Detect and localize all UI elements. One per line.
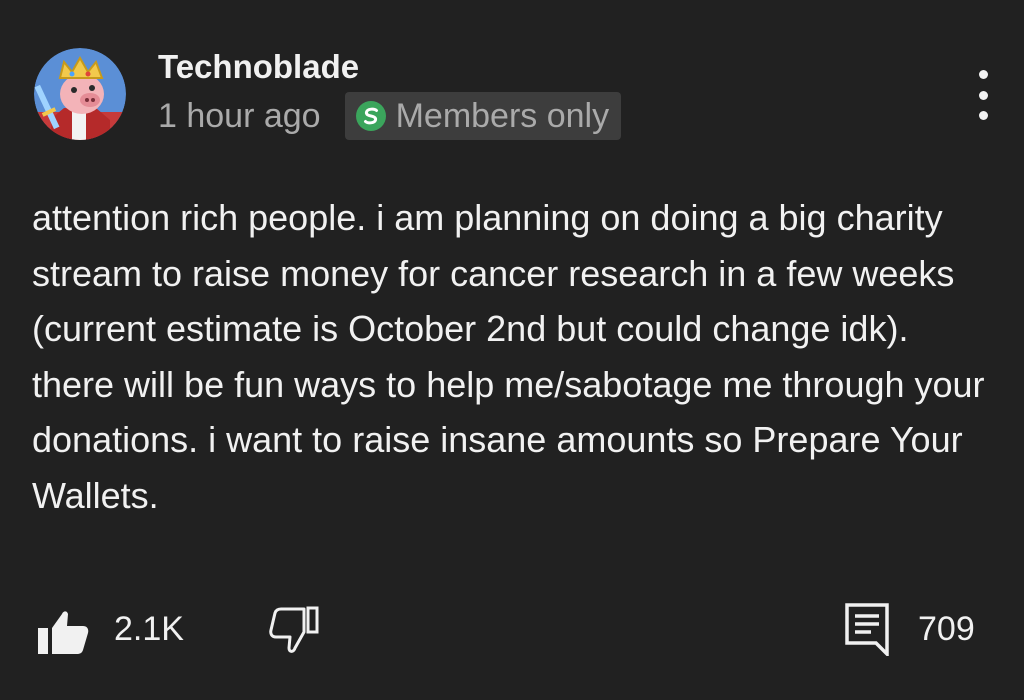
comment-count: 709 <box>918 610 975 648</box>
more-options-button[interactable] <box>962 70 1004 120</box>
community-post: Technoblade 1 hour ago Members only atte… <box>0 0 1024 700</box>
post-actions-bar: 2.1K 709 <box>0 600 1024 660</box>
members-only-label: Members only <box>395 96 610 135</box>
channel-name[interactable]: Technoblade <box>158 48 359 86</box>
more-vertical-icon-dot <box>978 111 988 120</box>
post-meta: 1 hour ago Members only <box>158 92 622 140</box>
more-vertical-icon <box>978 70 988 79</box>
post-body-text: attention rich people. i am planning on … <box>32 197 985 516</box>
post-timestamp[interactable]: 1 hour ago <box>158 97 321 136</box>
dislike-button[interactable] <box>268 606 320 656</box>
channel-avatar[interactable] <box>34 48 126 140</box>
comment-button[interactable] <box>844 602 890 659</box>
thumbs-up-icon <box>38 611 89 654</box>
comment-icon <box>845 603 889 659</box>
like-button[interactable] <box>36 608 90 656</box>
members-only-icon <box>354 99 388 133</box>
more-vertical-icon-dot <box>978 90 988 100</box>
members-only-badge: Members only <box>344 92 622 140</box>
like-count: 2.1K <box>114 610 184 648</box>
thumbs-down-icon <box>269 606 319 653</box>
pig-king-avatar-icon <box>34 48 126 140</box>
